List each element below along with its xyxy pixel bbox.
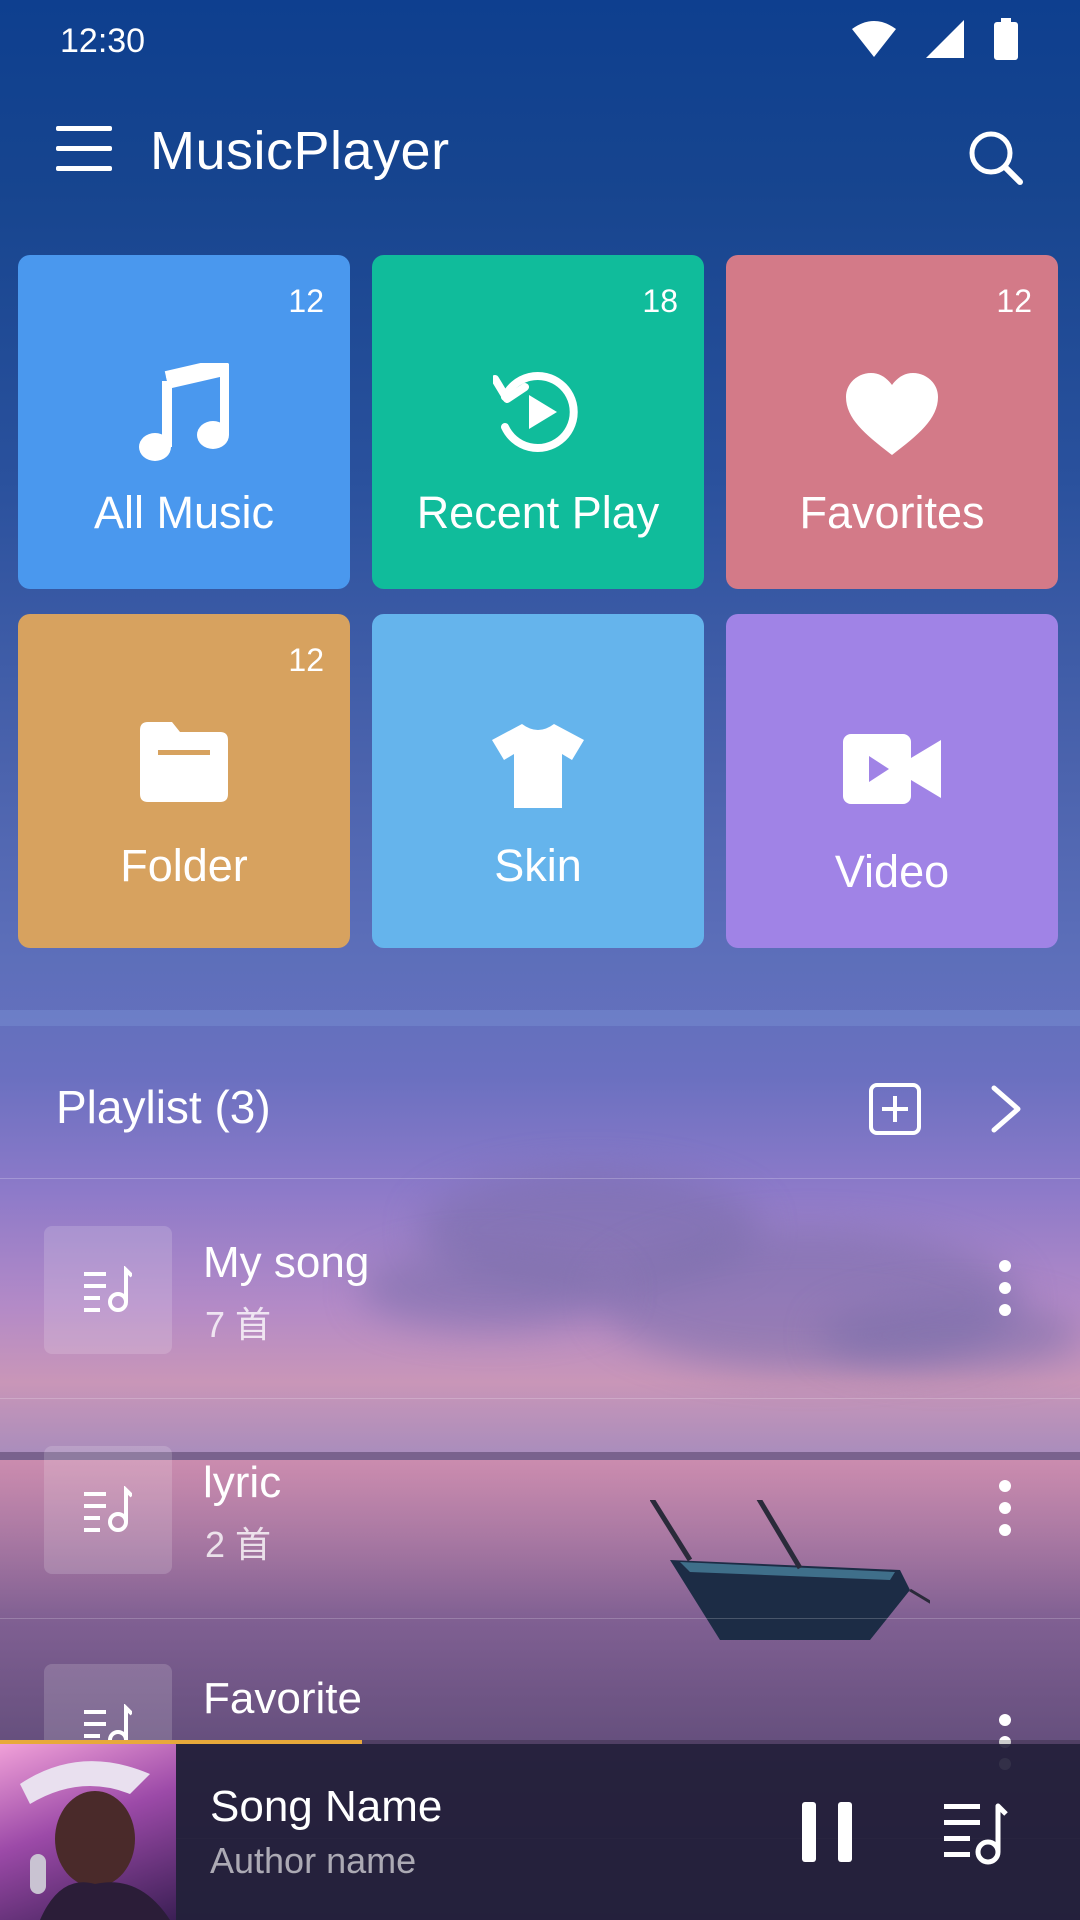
wifi-icon xyxy=(852,21,896,57)
chevron-right-icon[interactable] xyxy=(988,1084,1024,1134)
tile-label: Favorites xyxy=(799,487,985,538)
search-icon[interactable] xyxy=(966,128,1026,188)
playlist-thumb xyxy=(44,1226,172,1354)
app-bar: MusicPlayer xyxy=(0,100,1080,210)
section-divider xyxy=(0,1010,1080,1026)
battery-icon xyxy=(994,18,1018,60)
recent-play-icon xyxy=(493,372,578,452)
playlist-title: Playlist (3) xyxy=(56,1081,271,1133)
more-vertical-icon[interactable] xyxy=(990,1478,1020,1538)
tile-favorites[interactable]: 12 Favorites xyxy=(726,255,1058,589)
playlist-count: 2 首 xyxy=(205,1524,272,1565)
tile-skin[interactable]: Skin xyxy=(372,614,704,948)
playlist-header: Playlist (3) xyxy=(0,1030,1080,1179)
folder-icon xyxy=(140,722,228,802)
status-bar: 12:30 xyxy=(0,0,1080,80)
cellular-signal-icon xyxy=(926,20,964,58)
tile-label: Video xyxy=(834,846,950,897)
playlist-name: Favorite xyxy=(203,1674,362,1723)
tile-label: All Music xyxy=(93,487,275,538)
playlist-name: My song xyxy=(203,1238,370,1287)
playlist-music-icon xyxy=(84,1486,132,1532)
app-title: MusicPlayer xyxy=(150,121,450,181)
playlist-count: 7 首 xyxy=(205,1304,272,1345)
add-square-icon[interactable] xyxy=(868,1082,922,1136)
tile-count: 18 xyxy=(642,283,678,319)
album-art xyxy=(0,1744,176,1920)
playlist-item[interactable]: My song 7 首 xyxy=(0,1178,1080,1399)
music-note-icon xyxy=(139,363,229,461)
status-time: 12:30 xyxy=(60,22,146,60)
tile-folder[interactable]: 12 Folder xyxy=(18,614,350,948)
tile-count: 12 xyxy=(996,283,1032,319)
now-playing-song: Song Name xyxy=(210,1782,443,1831)
tshirt-icon xyxy=(492,724,584,808)
pause-icon[interactable] xyxy=(800,1800,854,1864)
hamburger-menu-icon[interactable] xyxy=(56,124,112,174)
playlist-thumb xyxy=(44,1446,172,1574)
tile-label: Recent Play xyxy=(416,487,660,538)
tile-recent-play[interactable]: 18 Recent Play xyxy=(372,255,704,589)
tile-all-music[interactable]: 12 All Music xyxy=(18,255,350,589)
video-camera-icon xyxy=(843,734,941,804)
heart-icon xyxy=(846,373,938,455)
tile-video[interactable]: Video xyxy=(726,614,1058,948)
more-vertical-icon[interactable] xyxy=(990,1258,1020,1318)
tile-count: 12 xyxy=(288,283,324,319)
playlist-name: lyric xyxy=(203,1458,282,1507)
playlist-music-icon xyxy=(84,1266,132,1312)
mini-player[interactable]: Song Name Author name xyxy=(0,1744,1080,1920)
tile-count: 12 xyxy=(288,642,324,678)
tile-label: Folder xyxy=(120,840,248,891)
playlist-item[interactable]: lyric 2 首 xyxy=(0,1398,1080,1619)
now-playing-author: Author name xyxy=(210,1840,417,1881)
tile-label: Skin xyxy=(494,840,582,891)
album-art-illustration xyxy=(20,1761,170,1920)
playlist-queue-icon[interactable] xyxy=(944,1800,1008,1866)
